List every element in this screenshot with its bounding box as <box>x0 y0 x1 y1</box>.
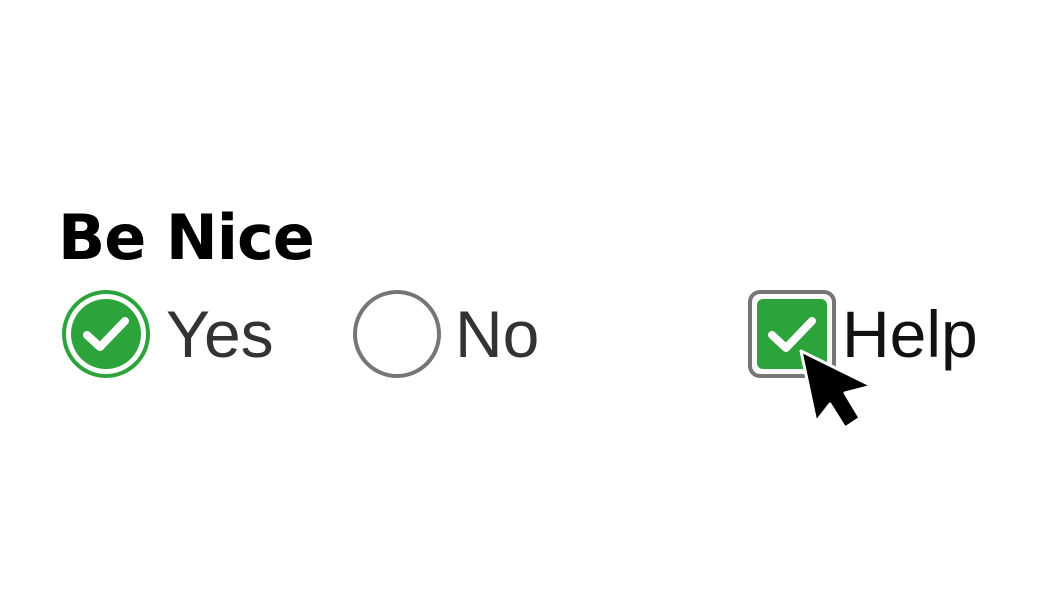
checkbox-help-fill <box>757 299 827 369</box>
group-title: Be Nice <box>58 201 315 274</box>
check-icon <box>768 317 816 352</box>
checkbox-help[interactable] <box>748 290 836 378</box>
radio-no[interactable] <box>353 290 441 378</box>
check-icon <box>83 317 129 351</box>
radio-option-no[interactable]: No <box>353 288 539 380</box>
radio-yes-label: Yes <box>166 297 274 371</box>
checkbox-help-label: Help <box>842 297 978 371</box>
radio-yes[interactable] <box>62 290 150 378</box>
radio-option-yes[interactable]: Yes <box>62 288 274 380</box>
radio-no-label: No <box>455 297 540 371</box>
checkbox-option-help[interactable]: Help <box>748 288 978 380</box>
radio-yes-fill <box>71 299 141 369</box>
